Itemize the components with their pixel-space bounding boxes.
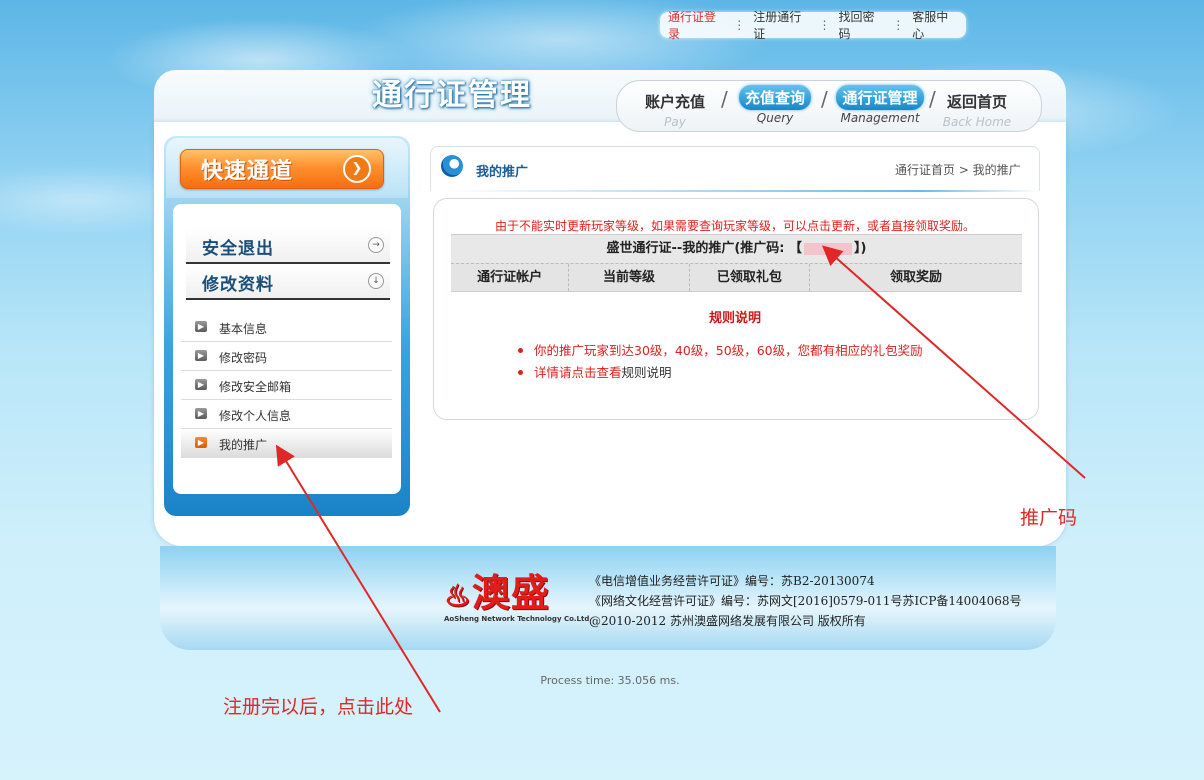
annotation-arrows [275,245,1086,713]
annotation-click-here: 注册完以后，点击此处 [223,696,414,718]
arrow-to-my-promotion [275,444,441,713]
arrow-to-promo-code [822,245,1086,479]
annotation-promo-code: 推广码 [1020,507,1078,529]
